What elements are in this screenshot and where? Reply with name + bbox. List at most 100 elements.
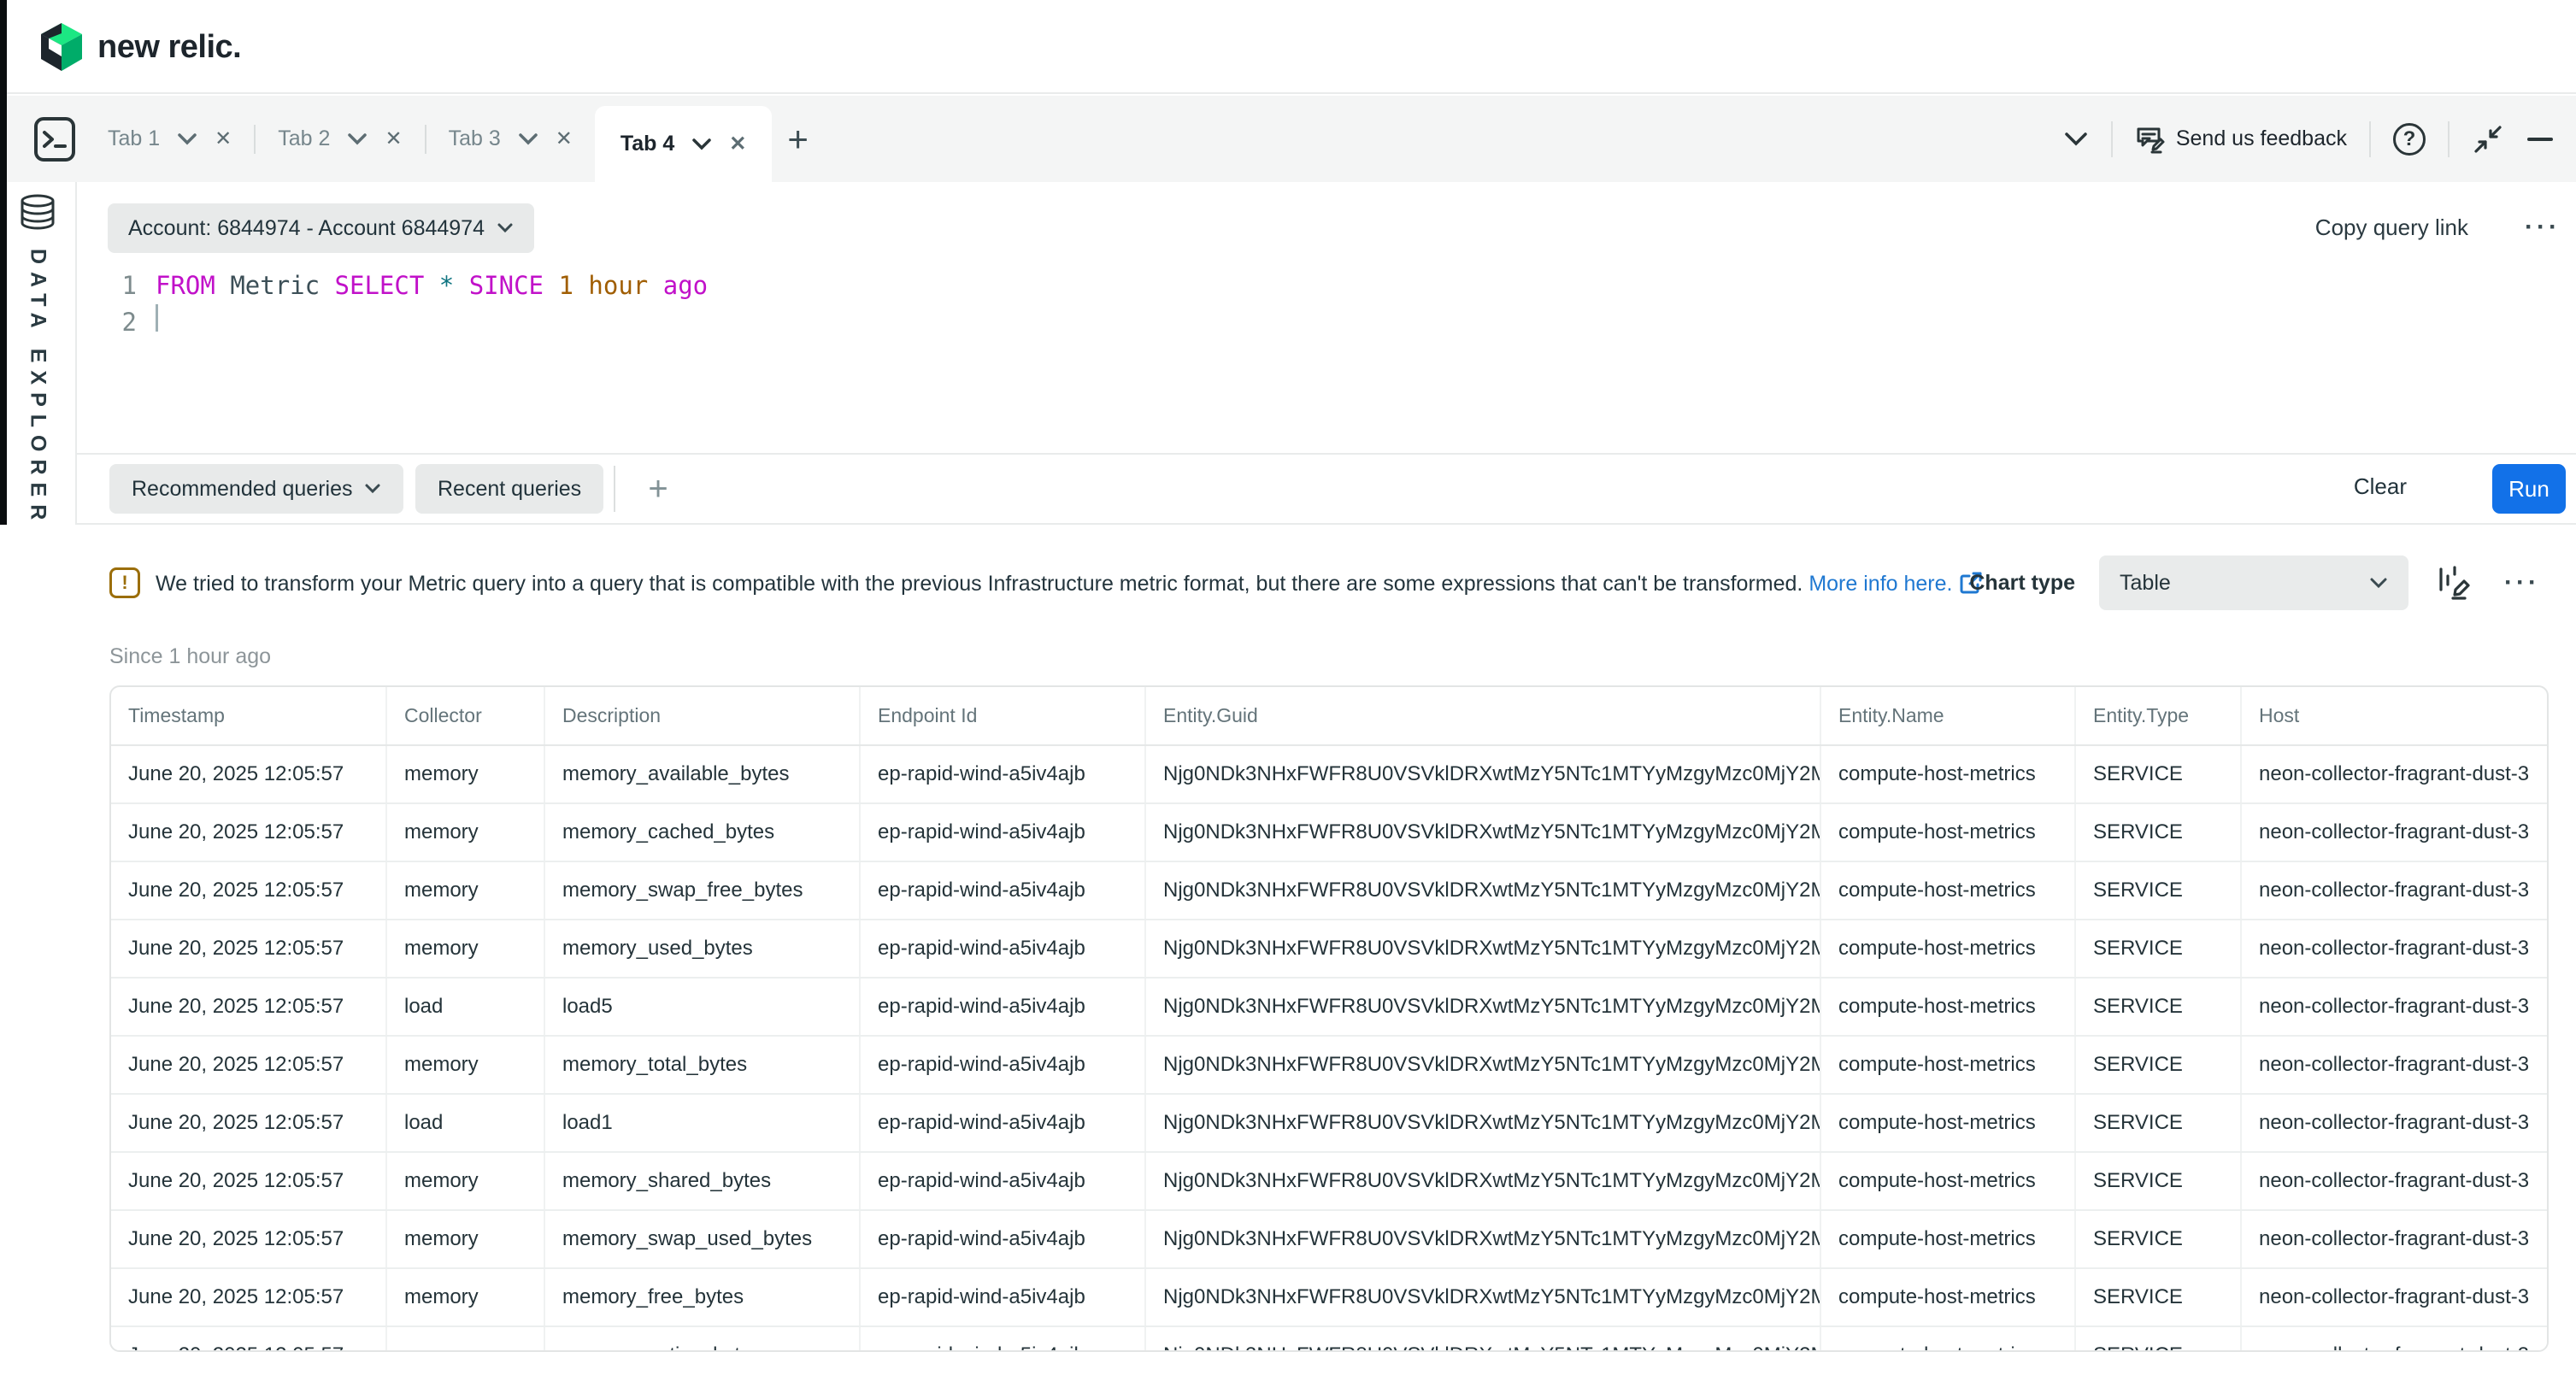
divider <box>2369 121 2371 157</box>
chart-type-value: Table <box>2120 571 2369 596</box>
table-row[interactable]: June 20, 2025 12:05:57 memory memory_sha… <box>111 1152 2549 1210</box>
col-header-host[interactable]: Host <box>2241 687 2549 745</box>
chart-type-select[interactable]: Table <box>2099 555 2408 610</box>
tab-1[interactable]: Tab 1 ✕ <box>85 96 254 182</box>
copy-query-link-button[interactable]: Copy query link <box>2315 215 2468 241</box>
cell-endpoint-id: ep-rapid-wind-a5iv4ajb <box>860 1152 1145 1210</box>
table-row[interactable]: June 20, 2025 12:05:57 memory memory_swa… <box>111 861 2549 920</box>
cell-endpoint-id: ep-rapid-wind-a5iv4ajb <box>860 920 1145 978</box>
table-row[interactable]: June 20, 2025 12:05:57 memory memory_fre… <box>111 1268 2549 1326</box>
database-icon[interactable] <box>19 194 56 230</box>
cell-description: load5 <box>544 978 860 1036</box>
cell-entity-name: compute-host-metrics <box>1820 1036 2075 1094</box>
close-icon[interactable]: ✕ <box>556 126 573 151</box>
send-feedback-label: Send us feedback <box>2176 126 2347 151</box>
close-icon[interactable]: ✕ <box>729 132 746 156</box>
tab-label: Tab 4 <box>620 132 674 156</box>
cell-entity-type: SERVICE <box>2075 803 2241 861</box>
tab-2[interactable]: Tab 2 ✕ <box>256 96 424 182</box>
col-header-entity-name[interactable]: Entity.Name <box>1820 687 2075 745</box>
cell-endpoint-id: ep-rapid-wind-a5iv4ajb <box>860 1268 1145 1326</box>
run-button[interactable]: Run <box>2492 464 2566 514</box>
editor-line-2: 2 <box>108 304 2550 341</box>
cell-timestamp: June 20, 2025 12:05:57 <box>111 1036 386 1094</box>
chevron-down-icon[interactable] <box>518 132 538 146</box>
tab-3[interactable]: Tab 3 ✕ <box>426 96 595 182</box>
cell-entity-name: compute-host-metrics <box>1820 1210 2075 1268</box>
cell-description: memory_free_bytes <box>544 1268 860 1326</box>
chevron-down-icon[interactable] <box>691 138 712 151</box>
col-header-description[interactable]: Description <box>544 687 860 745</box>
send-feedback-button[interactable]: Send us feedback <box>2135 124 2347 155</box>
saved-queries-bar: Recommended queries Recent queries + Cle… <box>77 455 2576 525</box>
cell-entity-name: compute-host-metrics <box>1820 1268 2075 1326</box>
query-menu-button[interactable]: ··· <box>2525 215 2561 240</box>
cell-entity-type: SERVICE <box>2075 1326 2241 1352</box>
cell-timestamp: June 20, 2025 12:05:57 <box>111 1094 386 1152</box>
chart-type-label: Chart type <box>1969 571 2075 596</box>
results-table: Timestamp Collector Description Endpoint… <box>111 687 2549 1352</box>
edit-chart-icon[interactable] <box>2438 564 2473 602</box>
chart-menu-button[interactable]: ··· <box>2504 570 2540 596</box>
cell-entity-guid: Njg0NDk3NHxFWFR8U0VSVklDRXwtMzY5NTc1MTYy… <box>1145 1210 1820 1268</box>
cell-description: memory_used_bytes <box>544 920 860 978</box>
cell-timestamp: June 20, 2025 12:05:57 <box>111 1210 386 1268</box>
query-console-button[interactable] <box>31 115 79 164</box>
col-header-entity-type[interactable]: Entity.Type <box>2075 687 2241 745</box>
table-row[interactable]: June 20, 2025 12:05:57 memory memory_cac… <box>111 803 2549 861</box>
collapse-icon[interactable] <box>2472 123 2504 156</box>
table-row[interactable]: June 20, 2025 12:05:57 memory memory_swa… <box>111 1210 2549 1268</box>
cell-timestamp: June 20, 2025 12:05:57 <box>111 1268 386 1326</box>
cell-host: neon-collector-fragrant-dust-3 <box>2241 1036 2549 1094</box>
cell-entity-name: compute-host-metrics <box>1820 803 2075 861</box>
chevron-down-icon[interactable] <box>177 132 197 146</box>
cell-collector: load <box>386 978 544 1036</box>
tab-4-active[interactable]: Tab 4 ✕ <box>595 106 773 182</box>
col-header-endpoint-id[interactable]: Endpoint Id <box>860 687 1145 745</box>
cell-entity-type: SERVICE <box>2075 1268 2241 1326</box>
cell-entity-guid: Njg0NDk3NHxFWFR8U0VSVklDRXwtMzY5NTc1MTYy… <box>1145 803 1820 861</box>
col-header-collector[interactable]: Collector <box>386 687 544 745</box>
new-tab-button[interactable]: + <box>787 121 809 157</box>
minimize-button[interactable] <box>2526 136 2554 143</box>
table-row[interactable]: June 20, 2025 12:05:57 memory memory_tot… <box>111 1036 2549 1094</box>
new-relic-logo[interactable]: new relic. <box>39 22 241 72</box>
cell-endpoint-id: ep-rapid-wind-a5iv4ajb <box>860 1326 1145 1352</box>
cell-description: memory_active_bytes <box>544 1326 860 1352</box>
col-header-entity-guid[interactable]: Entity.Guid <box>1145 687 1820 745</box>
table-row[interactable]: June 20, 2025 12:05:57 memory memory_act… <box>111 1326 2549 1352</box>
cell-collector: memory <box>386 745 544 803</box>
table-row[interactable]: June 20, 2025 12:05:57 memory memory_use… <box>111 920 2549 978</box>
table-row[interactable]: June 20, 2025 12:05:57 memory memory_ava… <box>111 745 2549 803</box>
table-row[interactable]: June 20, 2025 12:05:57 load load1 ep-rap… <box>111 1094 2549 1152</box>
close-icon[interactable]: ✕ <box>385 126 402 151</box>
cell-collector: memory <box>386 1268 544 1326</box>
help-button[interactable]: ? <box>2393 123 2426 156</box>
cell-description: memory_total_bytes <box>544 1036 860 1094</box>
chevron-down-icon[interactable] <box>2063 131 2089 148</box>
cell-timestamp: June 20, 2025 12:05:57 <box>111 978 386 1036</box>
recommended-queries-button[interactable]: Recommended queries <box>109 464 403 514</box>
cell-collector: memory <box>386 1326 544 1352</box>
cell-timestamp: June 20, 2025 12:05:57 <box>111 1152 386 1210</box>
cell-endpoint-id: ep-rapid-wind-a5iv4ajb <box>860 1094 1145 1152</box>
col-header-timestamp[interactable]: Timestamp <box>111 687 386 745</box>
nrql-editor[interactable]: 1 FROM Metric SELECT * SINCE 1 hour ago … <box>108 267 2550 436</box>
add-query-button[interactable]: + <box>634 465 682 513</box>
cell-endpoint-id: ep-rapid-wind-a5iv4ajb <box>860 861 1145 920</box>
cell-description: memory_available_bytes <box>544 745 860 803</box>
table-body: June 20, 2025 12:05:57 memory memory_ava… <box>111 745 2549 1352</box>
chevron-down-icon <box>2369 577 2388 590</box>
cell-host: neon-collector-fragrant-dust-3 <box>2241 978 2549 1036</box>
divider <box>2448 121 2450 157</box>
account-picker-label: Account: 6844974 - Account 6844974 <box>128 216 485 241</box>
more-info-link[interactable]: More info here. <box>1808 572 1952 596</box>
close-icon[interactable]: ✕ <box>215 126 232 151</box>
account-picker[interactable]: Account: 6844974 - Account 6844974 <box>108 203 534 253</box>
cell-entity-name: compute-host-metrics <box>1820 861 2075 920</box>
clear-button[interactable]: Clear <box>2354 473 2407 500</box>
chevron-down-icon[interactable] <box>347 132 368 146</box>
recent-queries-button[interactable]: Recent queries <box>415 464 603 514</box>
table-row[interactable]: June 20, 2025 12:05:57 load load5 ep-rap… <box>111 978 2549 1036</box>
data-explorer-label: DATA EXPLORER <box>26 249 50 527</box>
